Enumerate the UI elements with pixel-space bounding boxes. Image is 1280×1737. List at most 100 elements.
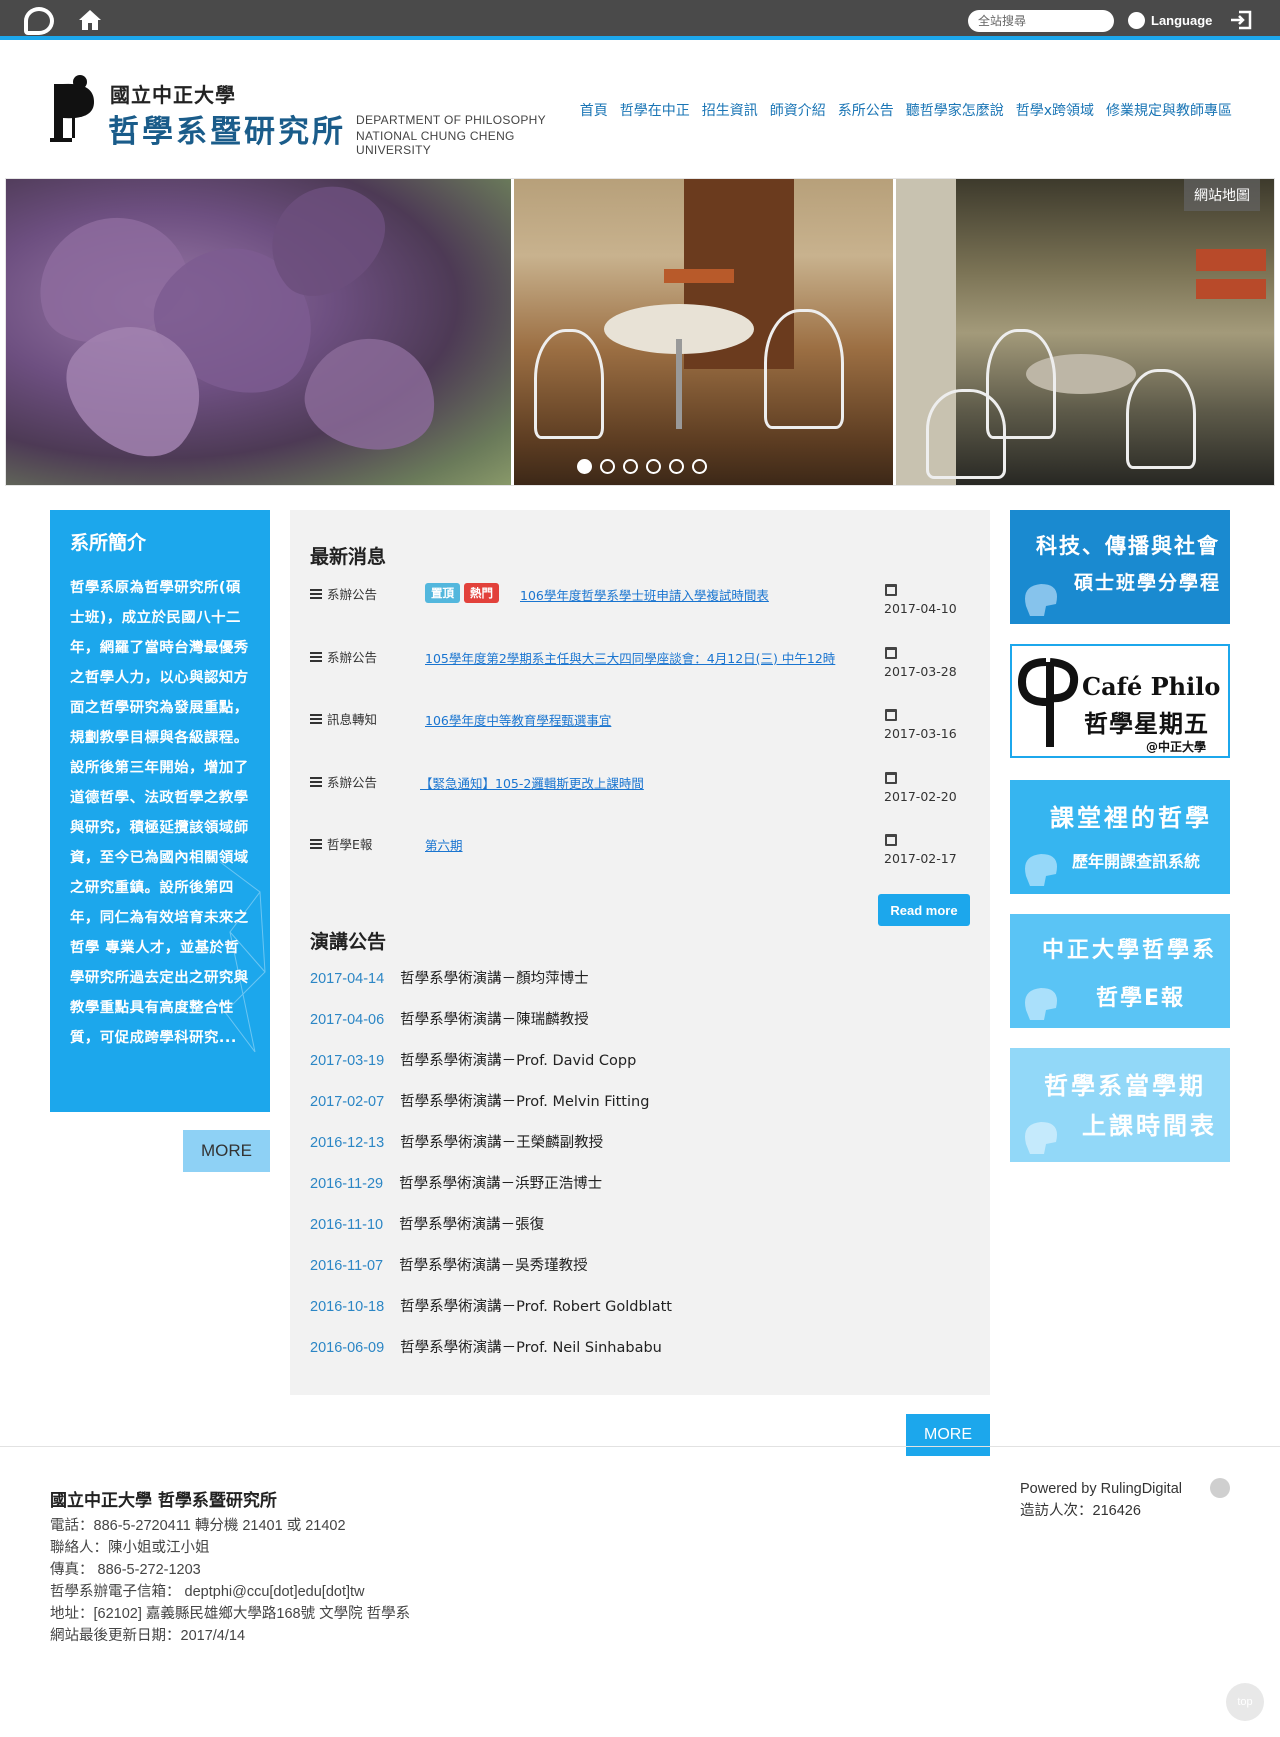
footer-address: 地址：[62102] 嘉義縣民雄鄉大學路168號 文學院 哲學系 (50, 1606, 411, 1622)
nav-item-faculty[interactable]: 師資介紹 (770, 100, 826, 120)
news-section-title: 最新消息 (310, 546, 387, 568)
carousel-dot[interactable] (577, 459, 592, 474)
powered-by-link[interactable]: Powered by RulingDigital (1020, 1478, 1182, 1500)
list-icon (310, 713, 322, 724)
nav-item-philosophy-at-ccu[interactable]: 哲學在中正 (620, 100, 690, 120)
news-tags: 置頂 熱門 (425, 583, 499, 603)
cafe-philo-logo-icon (1017, 658, 1079, 747)
site-brand[interactable]: 國立中正大學 哲學系暨研究所 DEPARTMENT OF PHILOSOPHY … (50, 74, 580, 157)
language-label: Language (1151, 12, 1213, 28)
carousel-dot[interactable] (669, 459, 684, 474)
lecture-date: 2016-11-29 (310, 1176, 384, 1192)
news-category: 系辦公告 (310, 772, 377, 791)
news-read-more-button[interactable]: Read more (878, 894, 970, 926)
cafe-philo-banner[interactable]: Café Philo 哲學星期五 @中正大學 (1010, 644, 1230, 758)
intro-more-button[interactable]: MORE (183, 1130, 270, 1172)
site-logo-icon[interactable] (24, 7, 54, 35)
news-and-lectures-panel: 最新消息 系辦公告 置頂 熱門 106學年度哲學系學士班申請入學複試時間表 20… (290, 510, 990, 1395)
carousel-dot[interactable] (623, 459, 638, 474)
department-name: 哲學系暨研究所 (108, 114, 346, 150)
lecture-title[interactable]: 哲學系學術演講－顏均萍博士 (400, 971, 589, 987)
university-english-name: NATIONAL CHUNG CHENG UNIVERSITY (356, 129, 515, 157)
lecture-title[interactable]: 哲學系學術演講－張復 (399, 1217, 544, 1233)
lecture-date: 2017-04-14 (310, 971, 385, 987)
classroom-philosophy-banner[interactable]: 課堂裡的哲學 歷年開課查訊系統 (1010, 780, 1230, 894)
news-item: 系辦公告 置頂 熱門 106學年度哲學系學士班申請入學複試時間表 2017-04… (310, 583, 970, 624)
carousel-dot[interactable] (692, 459, 707, 474)
lectures-more-button[interactable]: MORE (906, 1414, 990, 1456)
news-link[interactable]: 106學年度哲學系學士班申請入學複試時間表 (520, 585, 769, 604)
lecture-title[interactable]: 哲學系學術演講－浜野正浩博士 (399, 1176, 602, 1192)
lecture-item[interactable]: 2016-10-18 哲學系學術演講－Prof. Robert Goldblatt (310, 1295, 970, 1319)
footer-email: 哲學系辦電子信箱： deptphi@ccu[dot]edu[dot]tw (50, 1584, 365, 1600)
lecture-date: 2017-04-06 (310, 1012, 385, 1028)
rulingdigital-icon[interactable] (1210, 1478, 1230, 1498)
nav-item-admissions[interactable]: 招生資訊 (702, 100, 758, 120)
news-link[interactable]: 第六期 (425, 835, 463, 854)
nav-item-home[interactable]: 首頁 (580, 100, 608, 120)
calendar-icon (885, 709, 897, 721)
news-link[interactable]: 105學年度第2學期系主任與大三大四同學座談會：4月12日(三) 中午12時 (425, 648, 835, 667)
banner-line2: 碩士班學分學程 (1074, 572, 1222, 594)
lecture-title[interactable]: 哲學系學術演講－Prof. Neil Sinhababu (400, 1340, 662, 1356)
lecture-item[interactable]: 2016-06-09 哲學系學術演講－Prof. Neil Sinhababu (310, 1336, 970, 1360)
news-date: 2017-03-16 (884, 726, 957, 741)
footer-credits: Powered by RulingDigital 造訪人次：216426 (1020, 1478, 1182, 1522)
footer-phone: 電話：886-5-2720411 轉分機 21401 或 21402 (50, 1518, 346, 1534)
lecture-title[interactable]: 哲學系學術演講－王榮麟副教授 (400, 1135, 603, 1151)
list-icon (310, 838, 322, 849)
lecture-item[interactable]: 2016-11-07 哲學系學術演講－吳秀瑾教授 (310, 1254, 970, 1278)
lecture-title[interactable]: 哲學系學術演講－Prof. Robert Goldblatt (400, 1299, 672, 1315)
banner-line1: Café Philo (1082, 672, 1221, 701)
banner-line2: 哲學星期五 (1084, 710, 1209, 738)
department-english-name: DEPARTMENT OF PHILOSOPHY (356, 113, 546, 127)
hero-banner[interactable]: 網站地圖 (5, 178, 1275, 486)
back-to-top-button[interactable]: top (1226, 1683, 1264, 1721)
banner-line1: 哲學系當學期 (1044, 1072, 1206, 1100)
login-icon[interactable] (1230, 10, 1252, 30)
nav-item-interdisciplinary[interactable]: 哲學x跨領域 (1016, 100, 1094, 120)
lecture-date: 2016-06-09 (310, 1340, 385, 1356)
lecture-item[interactable]: 2017-02-07 哲學系學術演講－Prof. Melvin Fitting (310, 1090, 970, 1114)
carousel-dot[interactable] (646, 459, 661, 474)
calendar-icon (885, 772, 897, 784)
news-link[interactable]: 【緊急通知】105-2邏輯斯更改上課時間 (420, 773, 644, 792)
philosophy-enewsletter-banner[interactable]: 中正大學哲學系 哲學E報 (1010, 914, 1230, 1028)
lecture-title[interactable]: 哲學系學術演講－陳瑞麟教授 (400, 1012, 589, 1028)
lecture-item[interactable]: 2017-03-19 哲學系學術演講－Prof. David Copp (310, 1049, 970, 1073)
lecture-item[interactable]: 2017-04-06 哲學系學術演講－陳瑞麟教授 (310, 1008, 970, 1032)
calendar-icon (885, 834, 897, 846)
home-icon[interactable] (78, 9, 102, 31)
carousel-dot[interactable] (600, 459, 615, 474)
lecture-item[interactable]: 2016-12-13 哲學系學術演講－王榮麟副教授 (310, 1131, 970, 1155)
nav-item-announcements[interactable]: 系所公告 (838, 100, 894, 120)
sitemap-link[interactable]: 網站地圖 (1184, 179, 1260, 211)
calendar-icon (885, 647, 897, 659)
lecture-title[interactable]: 哲學系學術演講－Prof. Melvin Fitting (400, 1094, 649, 1110)
lecture-item[interactable]: 2017-04-14 哲學系學術演講－顏均萍博士 (310, 967, 970, 991)
news-category: 系辦公告 (310, 584, 377, 603)
lecture-date: 2016-10-18 (310, 1299, 385, 1315)
nav-item-regulations[interactable]: 修業規定與教師專區 (1106, 100, 1232, 120)
lecture-title[interactable]: 哲學系學術演講－Prof. David Copp (400, 1053, 636, 1069)
site-search-input[interactable] (968, 10, 1114, 32)
news-date: 2017-04-10 (884, 601, 957, 616)
lecture-date: 2016-11-10 (310, 1217, 384, 1233)
sts-program-banner[interactable]: 科技、傳播與社會 碩士班學分學程 (1010, 510, 1230, 624)
lecture-title[interactable]: 哲學系學術演講－吳秀瑾教授 (399, 1258, 588, 1274)
class-schedule-banner[interactable]: 哲學系當學期 上課時間表 (1010, 1048, 1230, 1162)
footer-title: 國立中正大學 哲學系暨研究所 (50, 1491, 277, 1511)
banner-line1: 中正大學哲學系 (1042, 938, 1218, 963)
lecture-item[interactable]: 2016-11-10 哲學系學術演講－張復 (310, 1213, 970, 1237)
banner-photo-patio (514, 179, 893, 485)
banner-line2: 上課時間表 (1082, 1112, 1217, 1140)
list-icon (310, 588, 322, 599)
news-link[interactable]: 106學年度中等教育學程甄選事宜 (425, 710, 611, 729)
news-category: 系辦公告 (310, 647, 377, 666)
news-item: 系辦公告 【緊急通知】105-2邏輯斯更改上課時間 2017-02-20 (310, 772, 970, 812)
lecture-item[interactable]: 2016-11-29 哲學系學術演講－浜野正浩博士 (310, 1172, 970, 1196)
banner-line3: @中正大學 (1146, 740, 1207, 754)
nav-item-philosophers-talk[interactable]: 聽哲學家怎麼說 (906, 100, 1004, 120)
globe-icon (1128, 11, 1145, 29)
language-switcher[interactable]: Language (1128, 10, 1212, 30)
